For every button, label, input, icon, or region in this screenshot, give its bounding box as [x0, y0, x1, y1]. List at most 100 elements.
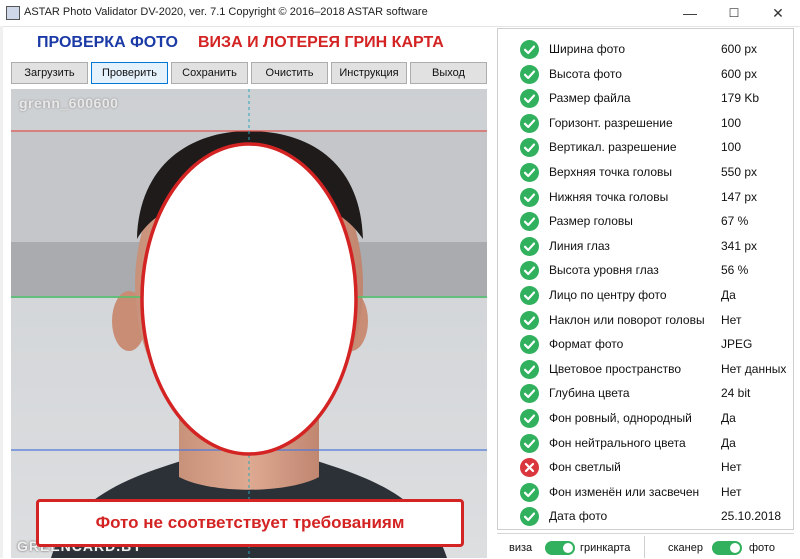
check-value: JPEG: [721, 337, 753, 352]
face-oval-mask: [140, 142, 358, 456]
check-label: Фон ровный, однородный: [549, 411, 692, 425]
check-row: Размер головы 67 %: [498, 209, 795, 233]
check-icon: [520, 286, 539, 305]
check-icon: [520, 384, 539, 404]
check-icon: [520, 89, 539, 109]
photo-preview[interactable]: grenn_600600 GREENCARD.BY: [11, 89, 487, 558]
visa-mode-toggle[interactable]: [545, 541, 575, 555]
check-icon: [520, 507, 539, 527]
check-value: 179 Kb: [721, 91, 760, 106]
check-row: Глубина цвета 24 bit: [498, 381, 795, 405]
check-row: Верхняя точка головы 550 px: [498, 160, 795, 184]
check-icon: [520, 236, 539, 256]
check-label: Фон светлый: [549, 460, 621, 475]
check-icon: [520, 335, 539, 355]
check-icon: [520, 433, 539, 453]
check-row: Цветовое пространство Нет данных: [498, 357, 795, 381]
check-value: 100: [721, 140, 742, 155]
check-label: Вертикал. разрешение: [549, 140, 677, 155]
check-label: Горизонт. разрешение: [549, 115, 673, 130]
check-row: Высота уровня глаз 56 %: [498, 258, 795, 282]
check-row: Горизонт. разрешение 100: [498, 111, 795, 135]
check-label: Линия глаз: [549, 238, 610, 253]
check-value: 67 %: [721, 214, 749, 229]
check-icon: [520, 409, 539, 428]
scanner-mode-toggle[interactable]: [712, 541, 742, 555]
mode-switches: виза гринкарта сканер фото: [497, 533, 794, 559]
check-icon: [520, 187, 539, 207]
check-label: Размер файла: [549, 91, 631, 106]
check-value: Нет данных: [721, 361, 787, 376]
check-row: Вертикал. разрешение 100: [498, 135, 795, 159]
check-label: Верхняя точка головы: [549, 165, 673, 179]
check-label: Фон нейтрального цвета: [549, 435, 686, 450]
check-value: 24 bit: [721, 386, 751, 401]
photo-filename: grenn_600600: [19, 95, 119, 111]
scanner-label: сканер: [668, 542, 703, 554]
check-label: Фон изменён или засвечен: [549, 484, 700, 499]
check-button[interactable]: Проверить: [91, 62, 168, 84]
check-value: 56 %: [721, 263, 749, 278]
visa-label: виза: [509, 542, 533, 554]
check-icon: [520, 64, 539, 84]
check-row: Фон нейтрального цвета Да: [498, 431, 795, 455]
check-value: 600 px: [721, 42, 758, 56]
check-icon: [520, 212, 539, 232]
greencard-label: гринкарта: [580, 542, 631, 554]
check-value: Нет: [721, 460, 742, 475]
close-button[interactable]: ✕: [756, 0, 800, 26]
check-icon: [520, 261, 539, 281]
check-value: Да: [721, 435, 736, 450]
check-label: Дата фото: [549, 509, 608, 524]
check-row: Фон светлый Нет: [498, 455, 795, 479]
check-icon: [520, 310, 539, 330]
check-value: Нет: [721, 312, 742, 327]
exit-button[interactable]: Выход: [410, 62, 487, 84]
check-value: Да: [721, 288, 736, 302]
check-value: Да: [721, 411, 736, 425]
check-value: Нет: [721, 484, 742, 499]
check-label: Глубина цвета: [549, 386, 630, 401]
check-icon: [520, 113, 539, 133]
check-icon: [520, 482, 539, 502]
save-button[interactable]: Сохранить: [171, 62, 248, 84]
check-label: Ширина фото: [549, 42, 626, 56]
check-value: 550 px: [721, 165, 758, 179]
check-row: Формат фото JPEG: [498, 332, 795, 356]
check-value: 341 px: [721, 238, 758, 253]
check-label: Лицо по центру фото: [549, 288, 667, 302]
check-row: Фон ровный, однородный Да: [498, 406, 795, 430]
photo-mode-label: фото: [749, 542, 775, 554]
check-row: Нижняя точка головы 147 px: [498, 185, 795, 209]
check-label: Цветовое пространство: [549, 361, 682, 376]
minimize-button[interactable]: —: [668, 0, 712, 26]
maximize-button[interactable]: ☐: [712, 0, 756, 26]
check-label: Формат фото: [549, 337, 624, 352]
fail-icon: [520, 458, 539, 478]
check-label: Высота фото: [549, 66, 622, 81]
check-label: Размер головы: [549, 214, 633, 229]
results-panel: Ширина фото 600 px Высота фото 600 px Размер…: [497, 28, 794, 530]
clear-button[interactable]: Очистить: [251, 62, 328, 84]
app-icon: [6, 6, 20, 20]
validation-status: Фото не соответствует требованиям: [36, 499, 464, 547]
check-label: Нижняя точка головы: [549, 189, 669, 204]
check-row: Наклон или поворот головы Нет: [498, 308, 795, 332]
photo-canvas: [11, 89, 487, 558]
load-button[interactable]: Загрузить: [11, 62, 88, 84]
check-row: Размер файла 179 Kb: [498, 86, 795, 110]
check-value: 147 px: [721, 189, 758, 204]
check-row: Лицо по центру фото Да: [498, 283, 795, 307]
instructions-button[interactable]: Инструкция: [331, 62, 407, 84]
check-row: Высота фото 600 px: [498, 62, 795, 86]
heading-visa-lottery: ВИЗА И ЛОТЕРЕЯ ГРИН КАРТА: [198, 34, 444, 51]
check-label: Наклон или поворот головы: [549, 312, 705, 327]
check-row: Дата фото 25.10.2018: [498, 504, 795, 528]
title-bar: ASTAR Photo Validator DV-2020, ver. 7.1 …: [0, 0, 800, 27]
check-label: Высота уровня глаз: [549, 263, 659, 278]
check-value: 100: [721, 115, 742, 130]
check-row: Линия глаз 341 px: [498, 234, 795, 258]
check-value: 25.10.2018: [721, 509, 782, 524]
check-icon: [520, 138, 539, 158]
check-row: Фон изменён или засвечен Нет: [498, 480, 795, 504]
